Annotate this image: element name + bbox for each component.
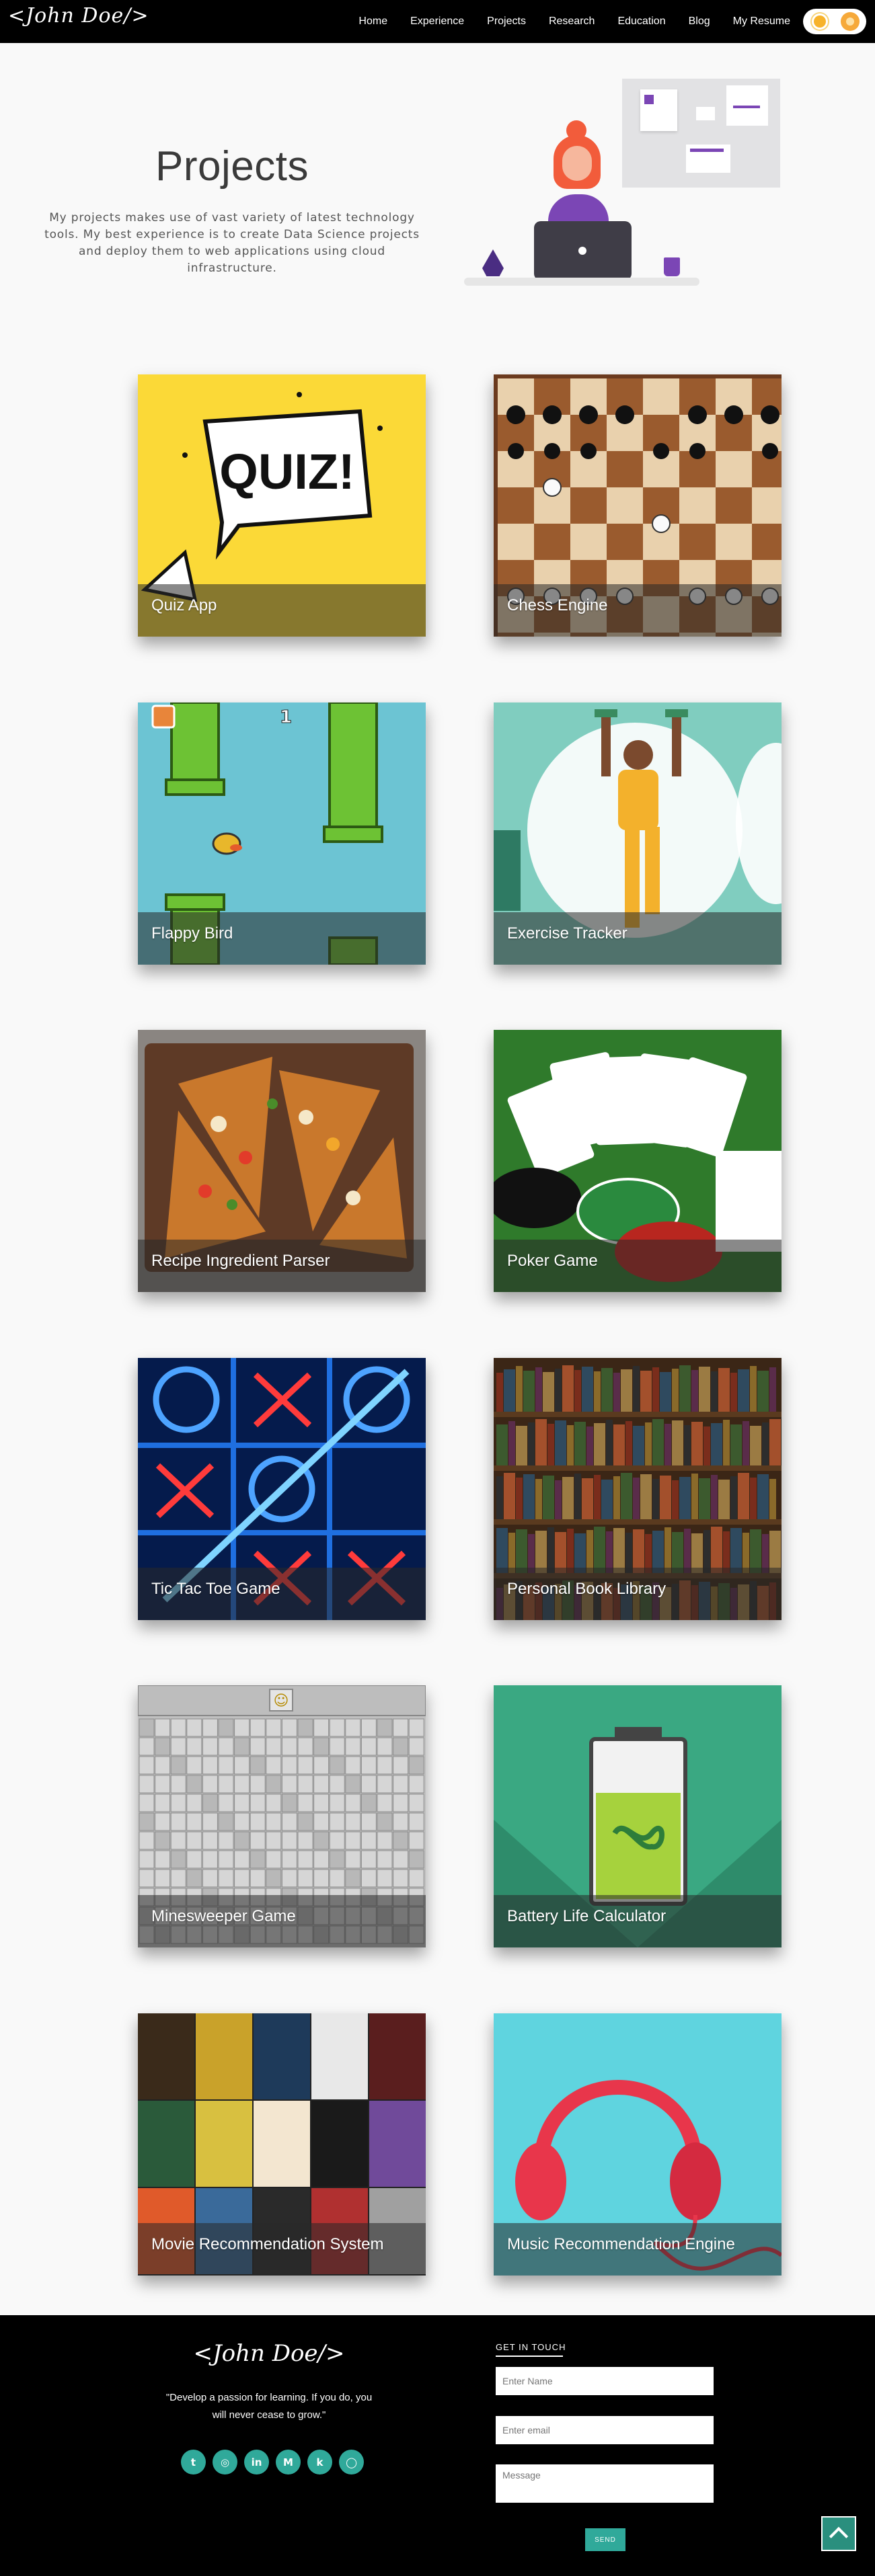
project-card-minesweeper[interactable]: ☺ Minesweeper Game: [138, 1685, 426, 1947]
card-label: Flappy Bird: [138, 912, 426, 965]
email-field[interactable]: [496, 2416, 714, 2444]
project-card-flappy-bird[interactable]: 1 Flappy Bird: [138, 702, 426, 965]
page-description: My projects makes use of vast variety of…: [44, 211, 420, 275]
social-links: t ◎ in M k ◯: [161, 2450, 383, 2474]
contact-title: GET IN TOUCH: [496, 2342, 566, 2352]
project-card-quiz-app[interactable]: QUIZ! Quiz App: [138, 374, 426, 637]
card-label: Poker Game: [494, 1240, 782, 1292]
card-title: Poker Game: [507, 1252, 598, 1270]
mug-icon: [664, 257, 680, 276]
github-icon[interactable]: ◯: [339, 2450, 364, 2474]
footer: <John Doe/> "Develop a passion for learn…: [0, 2315, 875, 2576]
nav-link-projects[interactable]: Projects: [487, 15, 526, 28]
card-title: Personal Book Library: [507, 1580, 667, 1598]
illustration-desk: [464, 278, 699, 286]
project-card-exercise-tracker[interactable]: Exercise Tracker: [494, 702, 782, 965]
medium-icon[interactable]: M: [276, 2450, 301, 2474]
card-label: Recipe Ingredient Parser: [138, 1240, 426, 1292]
laptop-icon: [534, 221, 632, 280]
flappy-score: 1: [280, 707, 292, 727]
project-card-book-library[interactable]: Personal Book Library: [494, 1358, 782, 1620]
card-label: Minesweeper Game: [138, 1895, 426, 1947]
linkedin-icon[interactable]: in: [244, 2450, 269, 2474]
project-card-poker-game[interactable]: Poker Game: [494, 1030, 782, 1292]
card-label: Battery Life Calculator: [494, 1895, 782, 1947]
kaggle-icon[interactable]: k: [307, 2450, 332, 2474]
illustration-window: [696, 107, 715, 120]
contact-title-underline: [496, 2356, 563, 2357]
nav-link-home[interactable]: Home: [358, 15, 387, 28]
nav-links: Home Experience Projects Research Educat…: [358, 0, 790, 43]
nav-link-resume[interactable]: My Resume: [733, 15, 790, 28]
card-title: Chess Engine: [507, 596, 608, 614]
sun-icon: [814, 15, 826, 28]
twitter-icon[interactable]: t: [181, 2450, 206, 2474]
minesweeper-face: ☺: [274, 1693, 289, 1709]
page-title: Projects: [155, 143, 309, 190]
card-label: Chess Engine: [494, 584, 782, 637]
card-title: Exercise Tracker: [507, 924, 627, 942]
plant-icon: [482, 249, 504, 276]
message-field[interactable]: [496, 2464, 714, 2503]
illustration-face: [562, 146, 592, 181]
card-label: Personal Book Library: [494, 1568, 782, 1620]
nav-link-blog[interactable]: Blog: [689, 15, 710, 28]
card-label: Tic Tac Toe Game: [138, 1568, 426, 1620]
project-card-tic-tac-toe[interactable]: Tic Tac Toe Game: [138, 1358, 426, 1620]
nav-link-experience[interactable]: Experience: [410, 15, 464, 28]
card-title: Movie Recommendation System: [151, 2235, 384, 2253]
card-title: Battery Life Calculator: [507, 1907, 667, 1925]
card-label: Quiz App: [138, 584, 426, 637]
send-button[interactable]: SEND: [585, 2528, 625, 2551]
scroll-to-top-button[interactable]: [821, 2516, 856, 2551]
card-title: Music Recommendation Engine: [507, 2235, 735, 2253]
theme-toggle[interactable]: [803, 9, 866, 34]
footer-quote: "Develop a passion for learning. If you …: [165, 2392, 373, 2421]
card-title: Minesweeper Game: [151, 1907, 296, 1925]
toggle-knob: [841, 12, 860, 31]
card-label: Movie Recommendation System: [138, 2223, 426, 2276]
nav-link-research[interactable]: Research: [549, 15, 595, 28]
project-card-music-recommendation[interactable]: Music Recommendation Engine: [494, 2013, 782, 2276]
navbar: <John Doe/> Home Experience Projects Res…: [0, 0, 875, 43]
card-title: Quiz App: [151, 596, 217, 614]
name-field[interactable]: [496, 2367, 714, 2395]
card-title: Recipe Ingredient Parser: [151, 1252, 330, 1270]
card-label: Exercise Tracker: [494, 912, 782, 965]
nav-link-education[interactable]: Education: [617, 15, 665, 28]
card-label: Music Recommendation Engine: [494, 2223, 782, 2276]
illustration-window: [726, 85, 768, 126]
illustration-hair-bun: [566, 120, 586, 140]
project-card-battery-calculator[interactable]: Battery Life Calculator: [494, 1685, 782, 1947]
illustration-window: [686, 145, 730, 173]
footer-logo[interactable]: <John Doe/>: [172, 2340, 367, 2367]
site-logo[interactable]: <John Doe/>: [8, 4, 149, 28]
project-card-movie-recommendation[interactable]: Movie Recommendation System: [138, 2013, 426, 2276]
illustration-window: [640, 89, 677, 131]
quiz-art-text: QUIZ!: [219, 444, 354, 499]
hero-illustration: [464, 79, 787, 294]
card-title: Flappy Bird: [151, 924, 233, 942]
instagram-icon[interactable]: ◎: [213, 2450, 237, 2474]
project-card-chess-engine[interactable]: Chess Engine: [494, 374, 782, 637]
project-card-recipe-parser[interactable]: Recipe Ingredient Parser: [138, 1030, 426, 1292]
card-title: Tic Tac Toe Game: [151, 1580, 280, 1598]
